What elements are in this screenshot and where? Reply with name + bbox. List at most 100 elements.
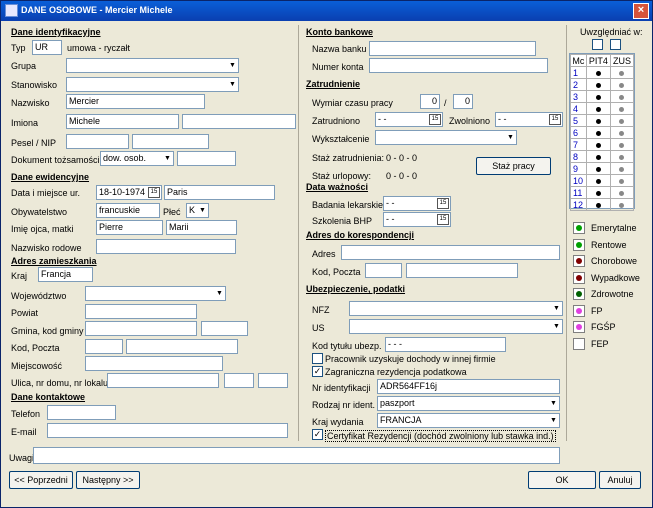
grid-pit4-cell[interactable] [585,66,611,79]
calendar-icon[interactable]: 15 [148,187,160,198]
calendar-icon[interactable]: 15 [437,198,449,209]
kraj-field[interactable]: Francja [38,267,93,282]
ok-button[interactable]: OK [528,471,596,489]
grid-pit4-cell[interactable] [585,138,611,151]
powiat-field[interactable] [85,304,197,319]
grid-pit4-cell[interactable] [585,126,611,139]
grid-row[interactable]: 6 [570,126,635,139]
grid-zus-cell[interactable] [609,102,635,115]
grid-zus-cell[interactable] [609,174,635,187]
prev-button[interactable]: << Poprzedni [9,471,73,489]
grid-pit4-cell[interactable] [585,78,611,91]
grid-row[interactable]: 4 [570,102,635,115]
corr-adres-field[interactable] [341,245,560,260]
uwagi-field[interactable] [33,447,560,464]
nfz-select[interactable]: ▼ [349,301,563,316]
grid-zus-cell[interactable] [609,138,635,151]
nr-ident-field[interactable]: ADR564FF16j [377,379,560,394]
grid-zus-cell[interactable] [609,198,635,211]
nr-domu-field[interactable] [224,373,254,388]
email-field[interactable] [47,423,288,438]
grid-pit4-cell[interactable] [585,102,611,115]
cancel-button[interactable]: Anuluj [599,471,641,489]
grid-pit4-cell[interactable] [585,198,611,211]
miejsc-field[interactable] [85,356,223,371]
months-grid[interactable]: Mc PIT4 ZUS 1 2 3 4 5 6 7 8 9 10 11 12 [569,53,635,211]
woj-select[interactable]: ▼ [85,286,226,301]
imie1-field[interactable]: Michele [66,114,179,129]
bhp-date-field[interactable]: - - 15 [383,212,451,227]
grid-row[interactable]: 1 [570,66,635,79]
grid-pit4-cell[interactable] [585,114,611,127]
pesel-field[interactable] [66,134,129,149]
chk-zagraniczna[interactable]: ✓ [312,366,323,377]
grid-zus-cell[interactable] [609,186,635,199]
gmina-field[interactable] [85,321,197,336]
grid-row[interactable]: 8 [570,150,635,163]
zus-all-checkbox[interactable] [610,39,621,50]
kod-gminy-field[interactable] [201,321,248,336]
bank-number-field[interactable] [369,58,548,73]
grid-zus-cell[interactable] [609,90,635,103]
grid-zus-cell[interactable] [609,78,635,91]
tel-field[interactable] [47,405,116,420]
grid-row[interactable]: 2 [570,78,635,91]
grid-zus-cell[interactable] [609,126,635,139]
ulica-field[interactable] [107,373,219,388]
grid-pit4-cell[interactable] [585,90,611,103]
grid-pit4-cell[interactable] [585,186,611,199]
grid-row[interactable]: 12 [570,198,635,211]
birth-date-field[interactable]: 18-10-1974 15 [96,185,162,200]
badania-date-field[interactable]: - - 15 [383,196,451,211]
zwol-date-field[interactable]: - - 15 [495,112,563,127]
calendar-icon[interactable]: 15 [437,214,449,225]
grid-zus-cell[interactable] [609,66,635,79]
close-icon[interactable]: × [633,3,649,19]
grid-pit4-cell[interactable] [585,162,611,175]
bank-name-field[interactable] [369,41,536,56]
corr-kod-field[interactable] [365,263,402,278]
grid-row[interactable]: 5 [570,114,635,127]
birth-place-field[interactable]: Paris [164,185,275,200]
pit4-all-checkbox[interactable] [592,39,603,50]
corr-poczta-field[interactable] [406,263,518,278]
wymiar-num-field[interactable]: 0 [420,94,440,109]
grupa-select[interactable]: ▼ [66,58,239,73]
chk-certyfikat[interactable]: ✓ [312,429,323,440]
staz-pracy-button[interactable]: Staż pracy [476,157,551,175]
poczta-field[interactable] [126,339,238,354]
next-button[interactable]: Następny >> [76,471,140,489]
kod-field[interactable] [85,339,123,354]
zatr-date-field[interactable]: - - 15 [375,112,443,127]
grid-pit4-cell[interactable] [585,150,611,163]
nazwisko-field[interactable]: Mercier [66,94,205,109]
grid-row[interactable]: 11 [570,186,635,199]
grid-zus-cell[interactable] [609,150,635,163]
kod-tytulu-field[interactable]: - - - [385,337,506,352]
nr-lokalu-field[interactable] [258,373,288,388]
calendar-icon[interactable]: 15 [429,114,441,125]
kraj-wyd-select[interactable]: FRANCJA ▼ [377,413,560,428]
us-select[interactable]: ▼ [349,319,563,334]
chk-innej-firmie[interactable] [312,353,323,364]
wymiar-den-field[interactable]: 0 [453,94,473,109]
rodzaj-select[interactable]: paszport ▼ [377,396,560,411]
grid-zus-cell[interactable] [609,114,635,127]
grid-row[interactable]: 3 [570,90,635,103]
imie2-field[interactable] [182,114,296,129]
grid-row[interactable]: 10 [570,174,635,187]
obyw-field[interactable]: francuskie [96,203,160,218]
dok-num-field[interactable] [177,151,236,166]
grid-row[interactable]: 9 [570,162,635,175]
nip-field[interactable] [132,134,209,149]
dok-type-select[interactable]: dow. osob. ▼ [100,151,174,166]
rodowe-field[interactable] [96,239,236,254]
mother-field[interactable]: Marii [166,220,237,235]
typ-field[interactable]: UR [32,40,62,55]
grid-pit4-cell[interactable] [585,174,611,187]
grid-zus-cell[interactable] [609,162,635,175]
father-field[interactable]: Pierre [96,220,163,235]
grid-row[interactable]: 7 [570,138,635,151]
calendar-icon[interactable]: 15 [549,114,561,125]
stanowisko-select[interactable]: ▼ [66,77,239,92]
